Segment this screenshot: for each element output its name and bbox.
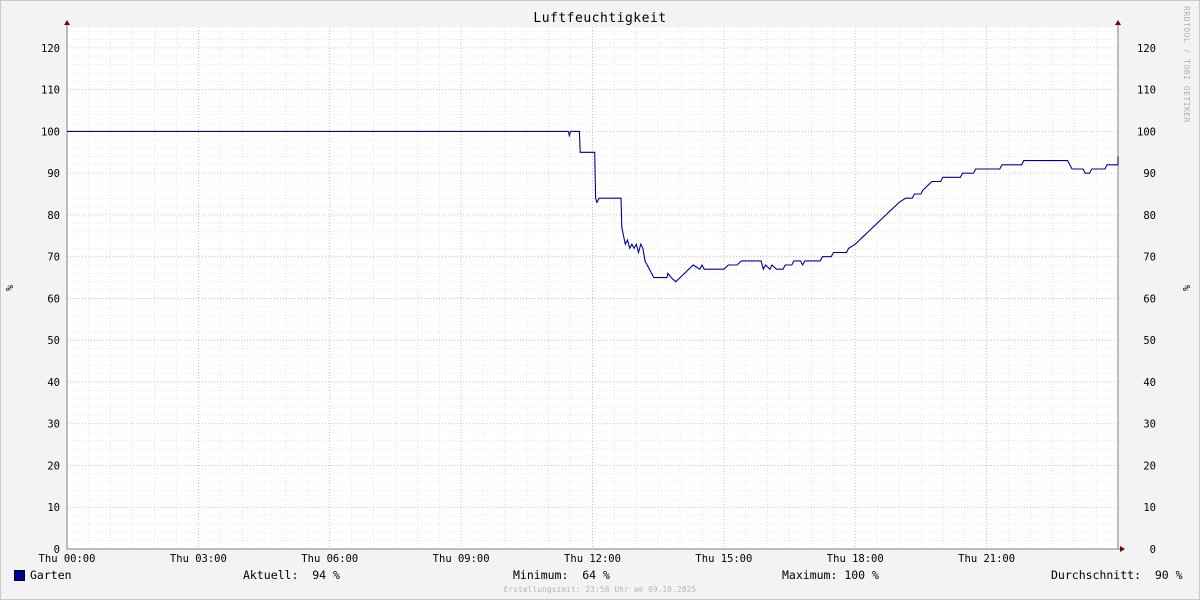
y-tick-label-left: 90 bbox=[47, 168, 60, 180]
y-tick-label-left: 30 bbox=[47, 419, 60, 431]
humidity-chart: 0 010 1020 2030 3040 4050 5060 6070 7080 8090 9010… bbox=[5, 20, 1193, 565]
y-tick-label-left: 10 bbox=[47, 502, 60, 514]
y-tick-label-right: 80 bbox=[1143, 210, 1156, 222]
x-tick-label: Thu 09:00 bbox=[433, 553, 490, 565]
y-axis-label-right: % bbox=[1182, 285, 1193, 291]
legend-minimum: Minimum: 64 % bbox=[513, 568, 610, 582]
y-tick-label-right: 110 bbox=[1137, 85, 1156, 97]
y-tick-label-right: 100 bbox=[1137, 126, 1156, 138]
x-tick-label: Thu 06:00 bbox=[301, 553, 358, 565]
legend-avg-value: 90 % bbox=[1154, 568, 1183, 582]
legend-min-value: 64 % bbox=[582, 568, 610, 582]
y-tick-label-right: 60 bbox=[1143, 293, 1156, 305]
y-tick-label-right: 70 bbox=[1143, 252, 1156, 264]
y-tick-label-right: 120 bbox=[1137, 43, 1156, 55]
x-axis-arrow bbox=[1120, 546, 1125, 552]
y-tick-label-right: 0 bbox=[1150, 544, 1156, 556]
legend-max-label: Maximum: bbox=[782, 568, 838, 582]
y-tick-label-left: 20 bbox=[47, 460, 60, 472]
y-tick-label-left: 50 bbox=[47, 335, 60, 347]
legend-avg-label: Durchschnitt: bbox=[1051, 568, 1142, 582]
legend-swatch-garten bbox=[14, 570, 25, 581]
legend-maximum: Maximum: 100 % bbox=[782, 568, 879, 582]
y-axis-label-left: % bbox=[5, 285, 16, 291]
y-tick-label-right: 20 bbox=[1143, 460, 1156, 472]
x-tick-label: Thu 21:00 bbox=[958, 553, 1015, 565]
x-tick-label: Thu 03:00 bbox=[170, 553, 227, 565]
y-tick-label-right: 10 bbox=[1143, 502, 1156, 514]
legend-current-label: Aktuell: bbox=[243, 568, 299, 582]
x-tick-label: Thu 18:00 bbox=[827, 553, 884, 565]
y-tick-label-left: 120 bbox=[41, 43, 60, 55]
legend-min-label: Minimum: bbox=[513, 568, 569, 582]
y-axis-arrow-right bbox=[1115, 20, 1121, 25]
y-tick-label-left: 100 bbox=[41, 126, 60, 138]
legend-max-value: 100 % bbox=[844, 568, 879, 582]
y-tick-label-right: 30 bbox=[1143, 419, 1156, 431]
y-tick-label-left: 110 bbox=[41, 85, 60, 97]
legend-average: Durchschnitt: 90 % bbox=[1051, 568, 1183, 582]
y-tick-label-left: 40 bbox=[47, 377, 60, 389]
y-tick-label-left: 60 bbox=[47, 293, 60, 305]
x-tick-label: Thu 00:00 bbox=[39, 553, 96, 565]
y-tick-label-right: 90 bbox=[1143, 168, 1156, 180]
y-tick-label-left: 70 bbox=[47, 252, 60, 264]
legend-current: Aktuell: 94 % bbox=[243, 568, 340, 582]
creation-timestamp: Erstellungszeit: 23:58 Uhr am 09.10.2025 bbox=[503, 585, 697, 594]
x-tick-label: Thu 15:00 bbox=[695, 553, 752, 565]
y-tick-label-right: 50 bbox=[1143, 335, 1156, 347]
x-tick-label: Thu 12:00 bbox=[564, 553, 621, 565]
y-tick-label-right: 40 bbox=[1143, 377, 1156, 389]
legend-series-name: Garten bbox=[30, 568, 72, 582]
y-tick-label-left: 80 bbox=[47, 210, 60, 222]
legend-current-value: 94 % bbox=[312, 568, 340, 582]
y-axis-arrow-left bbox=[64, 20, 70, 25]
